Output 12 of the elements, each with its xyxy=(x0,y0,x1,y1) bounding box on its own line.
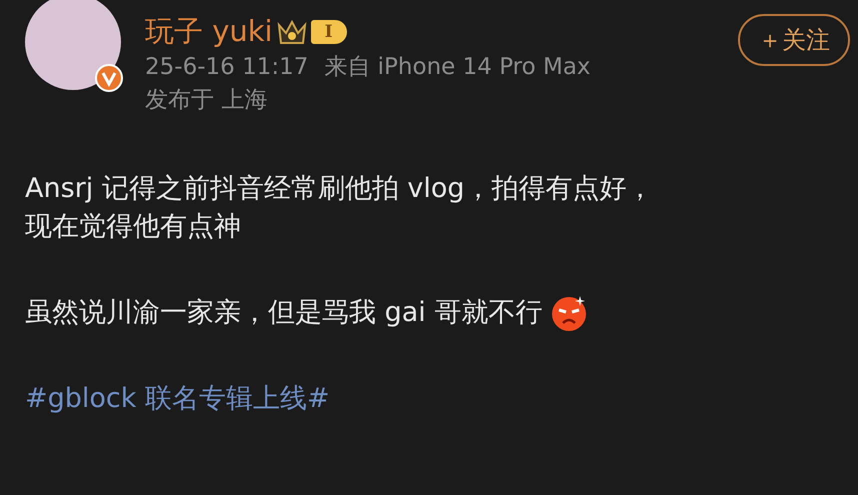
post-text: Ansrj 记得之前抖音经常刷他拍 vlog，拍得有点好， xyxy=(25,172,654,206)
hashtag-link[interactable]: #gblock 联名专辑上线# xyxy=(25,380,330,418)
post-text: 虽然说川渝一家亲，但是骂我 gai 哥就不行 xyxy=(25,296,542,330)
avatar[interactable] xyxy=(25,0,121,90)
post-time: 25-6-16 11:17 xyxy=(145,54,308,82)
level-badge: I xyxy=(310,20,347,44)
crown-icon xyxy=(276,18,307,45)
post-source: 来自 iPhone 14 Pro Max xyxy=(324,54,591,82)
user-name[interactable]: 玩子 yuki xyxy=(145,16,273,48)
post-text: 现在觉得他有点神 xyxy=(25,210,241,244)
follow-button[interactable]: ＋关注 xyxy=(738,14,850,66)
post-location: 发布于 上海 xyxy=(145,87,268,116)
